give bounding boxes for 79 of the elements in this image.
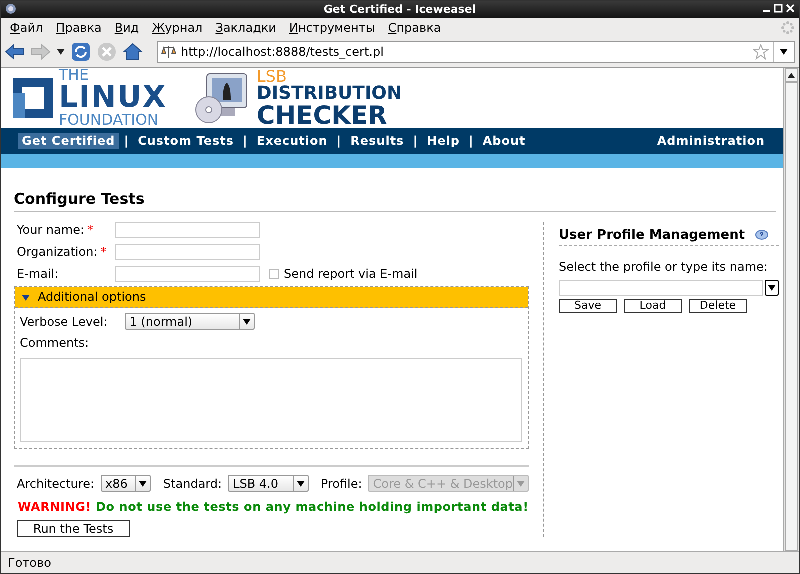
nav-link[interactable]: Custom Tests [134, 133, 238, 149]
caret-icon [517, 480, 525, 486]
field-label: Profile: [320, 476, 362, 490]
profile-field[interactable] [559, 280, 763, 296]
address-bar[interactable]: http://localhost:8888/tests_cert.pl [157, 41, 795, 63]
page-heading: Configure Tests [14, 190, 776, 212]
nav-link[interactable]: Results [346, 133, 408, 149]
field-label: Standard: [163, 476, 222, 490]
menu-item[interactable]: Справка [382, 20, 448, 34]
nav-link[interactable]: Get Certified [18, 133, 120, 149]
caret-icon [139, 480, 148, 486]
comments-field[interactable] [20, 358, 522, 442]
run-button[interactable]: Run the Tests [17, 520, 130, 537]
field-label: Verbose Level: [20, 314, 108, 328]
window-title: Get Certified - Iceweasel [324, 3, 476, 16]
profile-button[interactable]: Load [624, 299, 682, 313]
dropdown[interactable]: x86 [100, 475, 152, 492]
menu-item[interactable]: Файл [4, 20, 50, 34]
logo-text: DISTRIBUTION [256, 84, 402, 102]
caret-icon [242, 318, 251, 324]
expanded-triangle-icon [22, 295, 30, 301]
caret-icon [780, 49, 788, 55]
field-label: Comments: [20, 336, 90, 350]
history-caret-icon [57, 49, 65, 55]
nav-link[interactable]: About [478, 133, 530, 149]
maximize-icon[interactable] [774, 4, 783, 13]
warning-text: WARNING! Do not use the tests on any machine holding important data! [17, 499, 529, 514]
profile-button[interactable]: Delete [689, 299, 747, 313]
back-arrow-icon[interactable] [5, 43, 25, 61]
url-field[interactable]: http://localhost:8888/tests_cert.pl [177, 45, 753, 59]
logo-text: LINUX [59, 83, 167, 113]
checkbox-label[interactable]: Send report via E-mail [284, 267, 418, 281]
menu-item[interactable]: Инструменты [283, 20, 382, 34]
input-field[interactable] [115, 222, 260, 238]
nav-link[interactable]: Administration [653, 133, 769, 149]
input-field[interactable] [115, 266, 260, 282]
site-icon [161, 45, 177, 59]
field-label: Organization: * [17, 245, 108, 259]
options-header[interactable]: Additional options [15, 287, 528, 308]
panel-title: User Profile Management [559, 228, 746, 243]
checkbox[interactable] [269, 269, 279, 279]
app-icon [5, 3, 17, 15]
dropdown-button[interactable] [765, 280, 779, 296]
profile-button[interactable]: Save [559, 299, 617, 313]
nav-link[interactable]: Help [423, 133, 464, 149]
caret-icon [768, 285, 776, 291]
dropdown[interactable]: LSB 4.0 [228, 475, 309, 492]
logo-text: LSB [256, 68, 288, 84]
field-label: Architecture: [17, 476, 95, 490]
nav-separator: | [412, 134, 420, 148]
input-field[interactable] [115, 244, 260, 260]
menu-item[interactable]: Правка [50, 20, 109, 34]
foundation-logo-icon [13, 78, 53, 118]
caret-icon [296, 480, 305, 486]
nav-separator: | [468, 134, 475, 148]
prompt-text: Select the profile or type its name: [559, 260, 769, 274]
nav-link[interactable]: Execution [252, 133, 332, 149]
menu-item[interactable]: Журнал [146, 20, 210, 34]
verbose-select[interactable]: 1 (normal) [124, 313, 255, 330]
menu-item[interactable]: Закладки [210, 20, 284, 34]
logo-text: CHECKER [256, 102, 388, 128]
logo-text: THE [59, 68, 90, 83]
field-label: Your name: * [17, 223, 95, 237]
home-icon[interactable] [123, 43, 143, 61]
options-title: Additional options [38, 290, 146, 304]
status-text: Готово [1, 551, 799, 573]
field-label: E-mail: [17, 267, 60, 281]
scroll-up-icon[interactable] [788, 72, 795, 78]
nav-separator: | [336, 134, 343, 148]
throbber-icon [781, 20, 795, 34]
scrollbar[interactable] [783, 68, 799, 551]
logo-text: FOUNDATION [59, 113, 160, 128]
reload-icon[interactable] [71, 42, 91, 62]
help-icon[interactable] [755, 230, 769, 241]
close-icon[interactable] [786, 4, 795, 13]
nav-separator: | [242, 134, 249, 148]
star-icon[interactable] [753, 44, 769, 60]
nav-separator: | [123, 134, 130, 148]
menu-item[interactable]: Вид [108, 20, 146, 34]
